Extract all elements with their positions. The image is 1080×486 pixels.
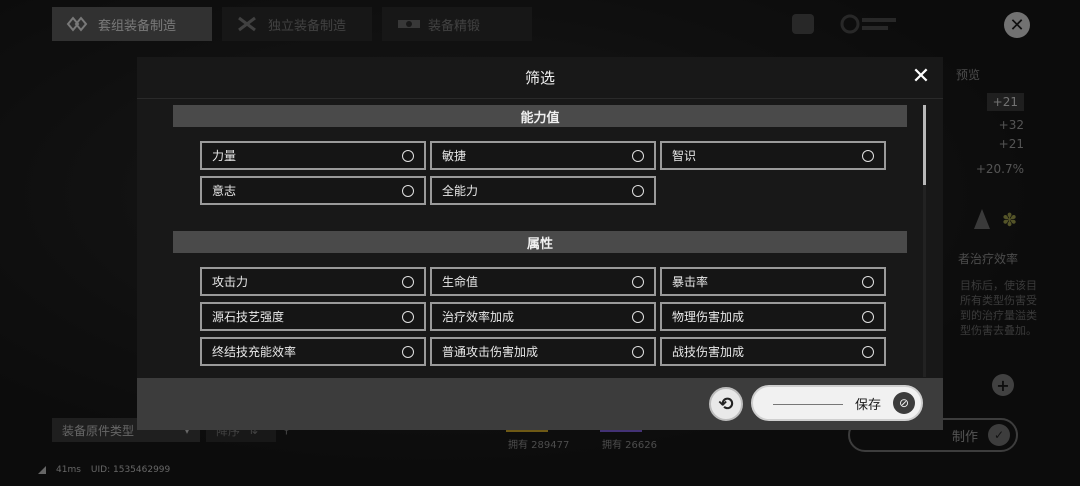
option-label: 意志: [212, 184, 237, 198]
option-label: 全能力: [442, 184, 479, 198]
filter-option[interactable]: 意志: [200, 176, 426, 205]
filter-option[interactable]: 力量: [200, 141, 426, 170]
radio-icon: [402, 345, 414, 358]
option-label: 源石技艺强度: [212, 310, 285, 324]
radio-icon: [632, 310, 644, 323]
option-label: 生命值: [442, 275, 479, 289]
reset-button[interactable]: ⟲: [709, 387, 743, 421]
radio-icon: [632, 275, 644, 288]
modal-header: 筛选 ✕: [137, 57, 943, 99]
option-label: 普通攻击伤害加成: [442, 345, 539, 359]
radio-icon: [862, 310, 874, 323]
option-label: 暴击率: [672, 275, 709, 289]
filter-option[interactable]: 治疗效率加成: [430, 302, 656, 331]
filter-option[interactable]: 源石技艺强度: [200, 302, 426, 331]
filter-option[interactable]: 终结技充能效率: [200, 337, 426, 366]
option-label: 战技伤害加成: [672, 345, 745, 359]
filter-option[interactable]: 战技伤害加成: [660, 337, 886, 366]
radio-icon: [402, 310, 414, 323]
radio-icon: [862, 149, 874, 162]
attribute-options: 攻击力 生命值 暴击率 源石技艺强度 治疗效率加成 物理伤害加成 终结技充能效率…: [173, 253, 909, 366]
option-label: 治疗效率加成: [442, 310, 515, 324]
confirm-icon: ⊘: [893, 392, 915, 414]
radio-icon: [402, 275, 414, 288]
save-label: 保存: [854, 397, 881, 413]
filter-option[interactable]: 普通攻击伤害加成: [430, 337, 656, 366]
option-label: 攻击力: [212, 275, 249, 289]
radio-icon: [862, 345, 874, 358]
filter-option[interactable]: 物理伤害加成: [660, 302, 886, 331]
filter-option[interactable]: 攻击力: [200, 267, 426, 296]
section-header: 能力值: [173, 105, 907, 127]
radio-icon: [632, 345, 644, 358]
filter-option[interactable]: 敏捷: [430, 141, 656, 170]
radio-icon: [632, 184, 644, 197]
radio-icon: [402, 149, 414, 162]
radio-icon: [632, 149, 644, 162]
filter-option[interactable]: 生命值: [430, 267, 656, 296]
close-icon[interactable]: ✕: [909, 65, 933, 89]
filter-option[interactable]: 暴击率: [660, 267, 886, 296]
option-label: 力量: [212, 149, 237, 163]
filter-scroll-area[interactable]: 能力值 力量 敏捷 智识 意志 全能力 属性 攻击力 生命值 暴击率 源石技艺强…: [173, 105, 909, 377]
filter-modal: 筛选 ✕ 能力值 力量 敏捷 智识 意志 全能力 属性 攻击力 生命值 暴击率 …: [137, 57, 943, 430]
filter-option[interactable]: 智识: [660, 141, 886, 170]
filter-option[interactable]: 全能力: [430, 176, 656, 205]
refresh-icon: ⟲: [718, 393, 734, 415]
radio-icon: [862, 275, 874, 288]
option-label: 敏捷: [442, 149, 467, 163]
scrollbar-thumb[interactable]: [923, 105, 926, 185]
option-label: 终结技充能效率: [212, 345, 297, 359]
option-label: 物理伤害加成: [672, 310, 745, 324]
decorative-line: [773, 404, 843, 405]
radio-icon: [402, 184, 414, 197]
ability-options: 力量 敏捷 智识 意志 全能力: [173, 127, 909, 205]
option-label: 智识: [672, 149, 697, 163]
modal-title: 筛选: [524, 69, 555, 87]
save-button[interactable]: 保存 ⊘: [751, 385, 923, 421]
section-header: 属性: [173, 231, 907, 253]
